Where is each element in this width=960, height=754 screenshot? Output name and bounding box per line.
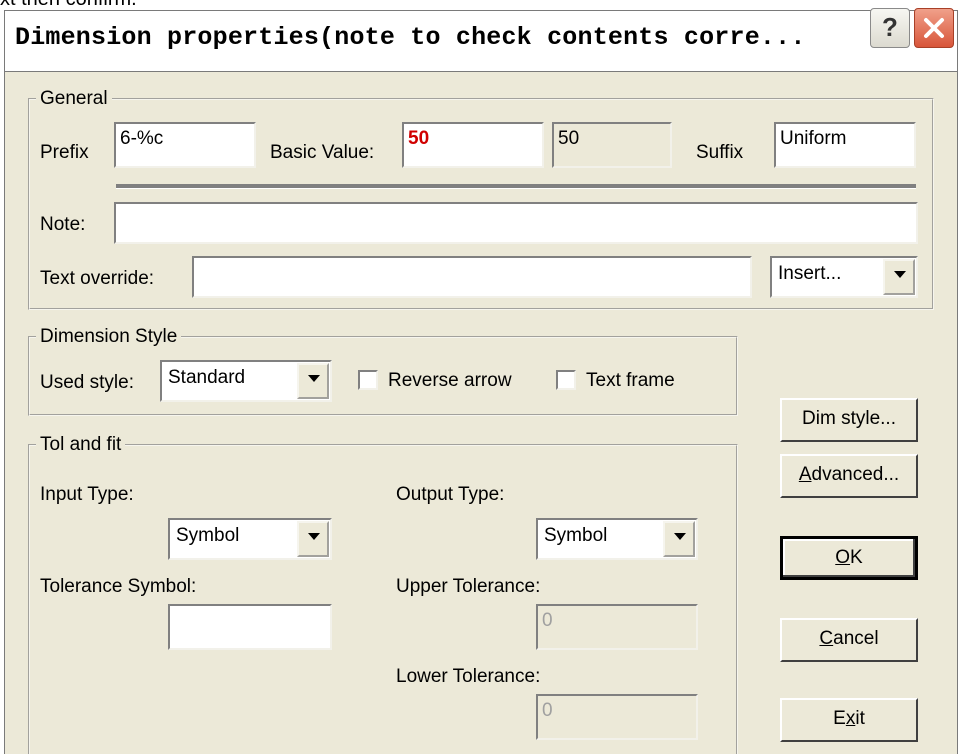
title-bar: Dimension properties(note to check conte…	[4, 10, 958, 72]
dim-style-button[interactable]: Dim style...	[780, 398, 918, 442]
general-divider	[116, 184, 916, 189]
exit-button[interactable]: Exit	[780, 698, 918, 742]
insert-dropdown[interactable]: Insert...	[770, 256, 918, 298]
text-frame-label[interactable]: Text frame	[586, 370, 675, 392]
output-type-label: Output Type:	[396, 484, 505, 505]
suffix-input[interactable]: Uniform	[774, 122, 916, 168]
basic-value-readonly: 50	[552, 122, 672, 168]
tol-fit-legend: Tol and fit	[40, 434, 122, 455]
chevron-down-icon	[308, 533, 320, 540]
close-button[interactable]	[914, 8, 954, 48]
cancel-label: ancel	[833, 628, 879, 649]
window-title: Dimension properties(note to check conte…	[15, 23, 806, 52]
basic-value-input[interactable]: 50	[402, 122, 544, 168]
input-type-value: Symbol	[176, 525, 240, 546]
text-frame-checkbox[interactable]	[556, 370, 576, 390]
close-icon	[924, 18, 944, 38]
input-type-label: Input Type:	[40, 484, 134, 505]
text-override-input[interactable]	[192, 256, 752, 298]
exit-label: it	[855, 708, 865, 729]
reverse-arrow-checkbox[interactable]	[358, 370, 378, 390]
output-type-arrow[interactable]	[663, 521, 695, 557]
ok-mnemonic: O	[835, 547, 851, 568]
output-type-dropdown[interactable]: Symbol	[536, 518, 698, 560]
exit-mnemonic: x	[845, 708, 856, 729]
tolerance-symbol-input[interactable]	[168, 604, 332, 650]
chevron-down-icon	[308, 375, 320, 382]
upper-tolerance-input: 0	[536, 604, 698, 650]
note-input[interactable]	[114, 202, 918, 244]
advanced-mnemonic: A	[798, 464, 812, 485]
used-style-label: Used style:	[40, 372, 134, 393]
chevron-down-icon	[674, 533, 686, 540]
output-type-value: Symbol	[544, 525, 608, 546]
text-override-label: Text override:	[40, 268, 155, 289]
advanced-button[interactable]: Advanced...	[780, 454, 918, 498]
insert-dropdown-value: Insert...	[778, 263, 842, 284]
suffix-label: Suffix	[696, 142, 744, 163]
cancel-mnemonic: C	[819, 628, 834, 649]
used-style-arrow[interactable]	[297, 363, 329, 399]
chevron-down-icon	[894, 271, 906, 278]
ok-label: K	[850, 547, 863, 568]
tolerance-symbol-label: Tolerance Symbol:	[40, 576, 197, 597]
used-style-value: Standard	[168, 367, 246, 388]
note-label: Note:	[40, 214, 86, 235]
prefix-input[interactable]: 6-%c	[114, 122, 256, 168]
reverse-arrow-label[interactable]: Reverse arrow	[388, 370, 512, 392]
upper-tolerance-label: Upper Tolerance:	[396, 576, 541, 597]
exit-prefix: E	[833, 708, 846, 729]
cancel-button[interactable]: Cancel	[780, 618, 918, 662]
lower-tolerance-input: 0	[536, 694, 698, 740]
used-style-dropdown[interactable]: Standard	[160, 360, 332, 402]
input-type-arrow[interactable]	[297, 521, 329, 557]
advanced-label: dvanced...	[811, 464, 900, 485]
insert-dropdown-arrow[interactable]	[883, 259, 915, 295]
lower-tolerance-label: Lower Tolerance:	[396, 666, 541, 687]
help-button[interactable]: ?	[870, 8, 910, 48]
dimension-style-legend: Dimension Style	[40, 326, 178, 347]
general-legend: General	[40, 88, 108, 109]
ok-button[interactable]: OK	[780, 536, 918, 580]
input-type-dropdown[interactable]: Symbol	[168, 518, 332, 560]
basic-value-label: Basic Value:	[270, 142, 375, 163]
prefix-label: Prefix	[40, 142, 89, 163]
